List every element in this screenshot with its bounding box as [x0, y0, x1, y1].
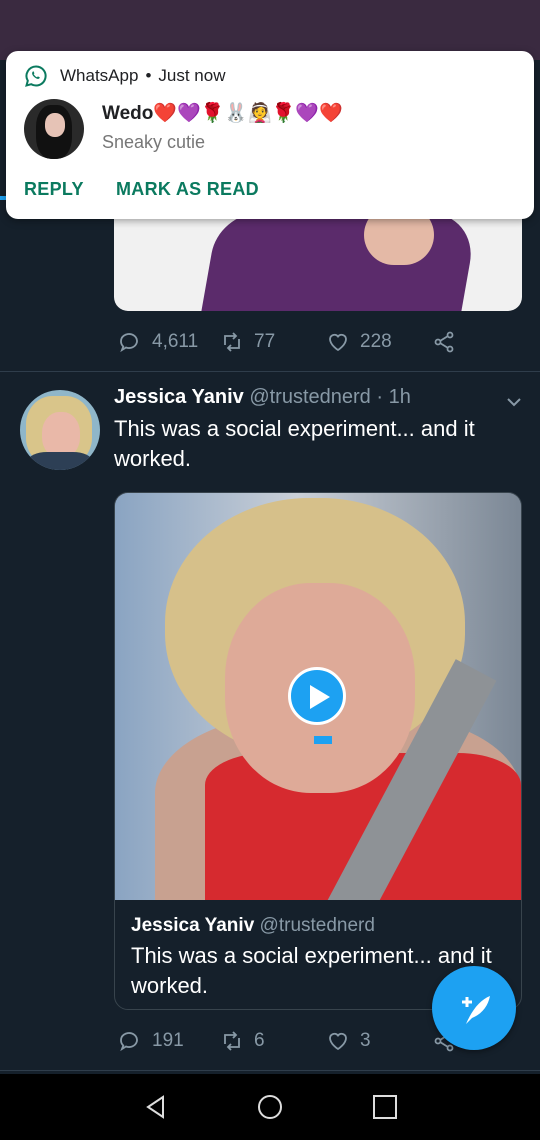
chevron-down-icon[interactable]	[504, 392, 524, 412]
quoted-header: Jessica Yaniv @trustednerd	[131, 915, 375, 937]
tweet-text: This was a social experiment... and it w…	[114, 416, 475, 471]
tweet-time: · 1h	[376, 386, 411, 408]
quoted-tweet-card[interactable]: Jessica Yaniv @trustednerd This was a so…	[114, 492, 522, 1010]
like-action[interactable]: 228	[326, 330, 392, 354]
author-name[interactable]: Jessica Yaniv	[114, 386, 244, 408]
system-nav-bar	[0, 1074, 540, 1140]
notification-sender: Wedo❤️💜🌹🐰👰🌹💜❤️	[102, 103, 343, 124]
quoted-author-handle: @trustednerd	[259, 915, 375, 936]
notification-header: WhatsApp • Just now	[24, 64, 225, 88]
reply-count: 4,611	[152, 331, 199, 352]
share-icon	[434, 331, 454, 353]
contact-avatar	[24, 99, 84, 159]
notification-separator: •	[145, 66, 152, 85]
retweet-action[interactable]: 77	[220, 330, 275, 354]
tweet1-actions: 4,611 77 228	[114, 329, 534, 355]
reply-icon	[120, 333, 138, 353]
retweet-action[interactable]: 6	[220, 1029, 265, 1053]
heart-icon	[329, 333, 347, 352]
reply-count: 191	[152, 1030, 184, 1051]
reply-button[interactable]: REPLY	[24, 179, 84, 200]
share-action[interactable]	[432, 330, 466, 354]
reply-action[interactable]: 191	[118, 1029, 184, 1053]
avatar-shirt	[28, 452, 92, 470]
contact-avatar-face	[45, 113, 65, 137]
mark-as-read-button[interactable]: MARK AS READ	[116, 179, 259, 200]
heart-icon	[329, 1032, 347, 1051]
notification-app-name: WhatsApp	[60, 66, 139, 85]
reply-icon	[120, 1032, 138, 1052]
avatar[interactable]	[20, 390, 100, 470]
like-count: 3	[360, 1030, 371, 1051]
video-thumbnail[interactable]	[115, 493, 521, 900]
whatsapp-notification[interactable]: WhatsApp • Just now Wedo❤️💜🌹🐰👰🌹💜❤️ Sneak…	[6, 51, 534, 219]
notification-time: Just now	[158, 66, 226, 85]
whatsapp-icon	[25, 65, 47, 87]
tweet-media-image[interactable]	[114, 205, 522, 311]
notification-message: Sneaky cutie	[102, 132, 206, 152]
play-button[interactable]	[288, 667, 346, 725]
dress-shape	[199, 213, 479, 311]
recents-icon[interactable]	[372, 1094, 398, 1120]
retweet-count: 6	[254, 1030, 265, 1051]
video-indicator	[314, 736, 332, 744]
quoted-author-name: Jessica Yaniv	[131, 915, 255, 936]
tweet-divider	[0, 371, 540, 372]
like-action[interactable]: 3	[326, 1029, 371, 1053]
like-count: 228	[360, 331, 392, 352]
back-icon[interactable]	[143, 1094, 169, 1120]
play-icon	[310, 685, 330, 709]
home-icon[interactable]	[257, 1094, 283, 1120]
compose-tweet-button[interactable]	[432, 966, 516, 1050]
retweet-count: 77	[254, 331, 276, 352]
retweet-icon	[224, 332, 240, 352]
compose-feather-icon	[462, 996, 490, 1024]
retweet-icon	[224, 1031, 240, 1051]
author-handle[interactable]: @trustednerd	[249, 386, 370, 408]
tweet-divider	[0, 1070, 540, 1071]
reply-action[interactable]: 4,611	[118, 330, 198, 354]
tweet-header: Jessica Yaniv @trustednerd · 1h	[114, 386, 411, 409]
